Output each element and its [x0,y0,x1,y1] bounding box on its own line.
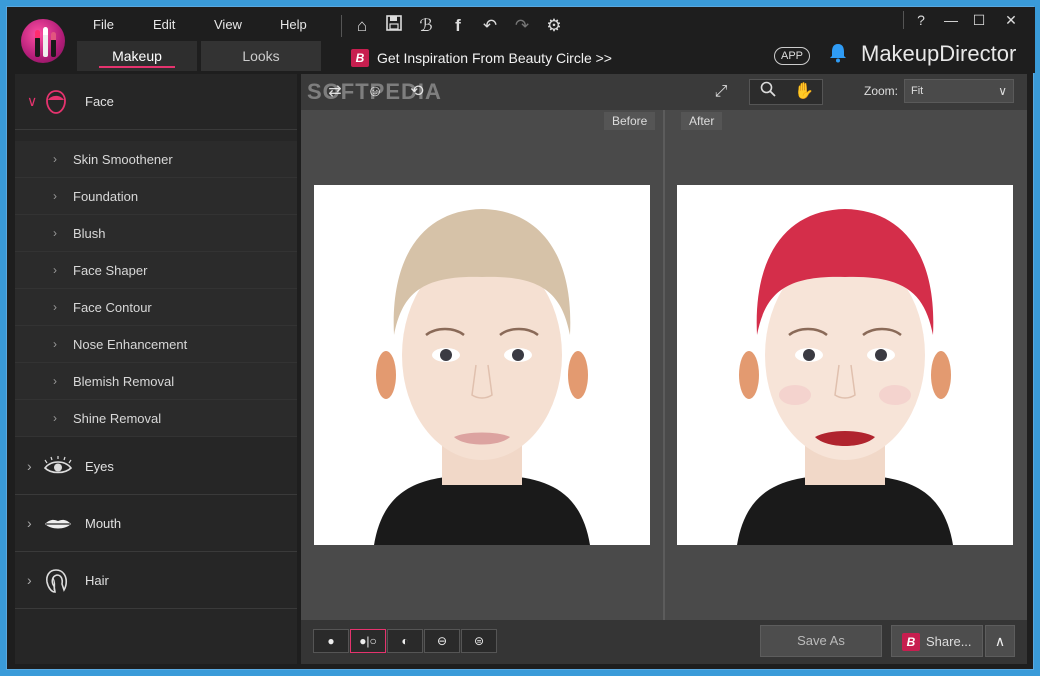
menu-edit[interactable]: Edit [153,17,175,32]
toolbar-separator [341,15,342,37]
help-button[interactable]: ? [907,9,935,31]
magnifier-icon[interactable] [756,81,780,103]
chevron-right-icon: › [53,189,57,203]
share-button[interactable]: B Share... [891,625,983,657]
notification-bell-icon[interactable] [827,43,849,65]
single-view-button[interactable]: ● [313,629,349,653]
category-mouth-label: Mouth [85,516,122,531]
chevron-down-icon: ∨ [998,84,1007,98]
beauty-circle-link-text: Get Inspiration From Beauty Circle >> [377,50,612,67]
share-button-label: Share... [926,633,972,649]
side-by-side-view-button[interactable]: ●|○ [350,629,386,653]
sidebar-item-face-contour[interactable]: › Face Contour [15,289,297,326]
sidebar-item-label: Skin Smoothener [73,152,173,167]
window-controls-separator [903,11,904,29]
beauty-circle-badge-icon: B [351,49,369,68]
app-badge-button[interactable]: APP [774,47,811,65]
category-face[interactable]: ∨ Face [15,74,297,130]
top-bottom-view-button[interactable]: ⊜ [461,629,497,653]
tab-looks-label: Looks [242,48,280,64]
chevron-down-icon: ∨ [27,93,38,109]
sidebar-item-skin-smoothener[interactable]: › Skin Smoothener [15,141,297,178]
pan-hand-icon[interactable]: ✋ [792,81,816,103]
save-as-button[interactable]: Save As [760,625,882,657]
zoom-label: Zoom: [864,84,899,98]
chevron-right-icon: › [53,374,57,388]
brand-title: MakeupDirector [861,41,1017,66]
chevron-right-icon: › [27,458,32,474]
split-vertical-view-button[interactable]: ◐ [387,629,423,653]
sidebar-item-blush[interactable]: › Blush [15,215,297,252]
category-hair[interactable]: › Hair [15,553,297,609]
navigation-tools: ✋ [749,79,823,105]
app-window: File Edit View Help ⌂ ℬ f ↶ ↷ ⚙ Makeup L… [6,6,1035,670]
makeup-sidebar: ∨ Face › Skin Smoothener › Foundation › Blu… [15,74,297,664]
sidebar-item-blemish-removal[interactable]: › Blemish Removal [15,363,297,400]
sidebar-item-shine-removal[interactable]: › Shine Removal [15,400,297,437]
minimize-button[interactable]: — [937,9,965,31]
eye-icon [43,454,73,480]
sidebar-item-face-shaper[interactable]: › Face Shaper [15,252,297,289]
sidebar-item-label: Face Contour [73,300,152,315]
menu-view[interactable]: View [214,17,242,32]
before-photo [314,185,650,545]
chevron-right-icon: › [53,226,57,240]
photo-canvas: Before After [301,110,1027,620]
category-mouth[interactable]: › Mouth [15,496,297,552]
fullscreen-icon[interactable]: ⤢ [709,81,733,103]
sidebar-item-nose-enhancement[interactable]: › Nose Enhancement [15,326,297,363]
zoom-value: Fit [911,85,924,97]
undo-icon[interactable]: ↶ [479,15,501,37]
redo-icon[interactable]: ↷ [511,15,533,37]
app-logo-icon [21,19,65,63]
chevron-right-icon: › [53,411,57,425]
chevron-right-icon: › [27,572,32,588]
chevron-right-icon: › [53,337,57,351]
zoom-select[interactable]: Fit ∨ [904,79,1014,103]
chevron-right-icon: › [53,263,57,277]
settings-icon[interactable]: ⚙ [543,15,565,37]
sidebar-item-label: Foundation [73,189,139,204]
before-label: Before [604,112,656,130]
lips-icon [43,511,71,537]
compare-divider[interactable] [663,110,665,620]
split-horizontal-view-button[interactable]: ⊖ [424,629,460,653]
save-icon[interactable] [383,15,405,37]
beauty-circle-badge-icon: B [902,632,920,651]
menu-file[interactable]: File [93,17,114,32]
sidebar-item-label: Nose Enhancement [73,337,188,352]
category-eyes-label: Eyes [85,459,114,474]
tab-looks[interactable]: Looks [201,41,321,71]
after-label: After [681,112,723,130]
chevron-right-icon: › [53,152,57,166]
sidebar-item-label: Face Shaper [73,263,148,278]
facebook-icon[interactable]: f [447,15,469,37]
sidebar-item-label: Blush [73,226,106,241]
sidebar-item-foundation[interactable]: › Foundation [15,178,297,215]
tab-makeup[interactable]: Makeup [77,41,197,71]
after-photo [677,185,1013,545]
close-button[interactable]: ✕ [997,9,1025,31]
softpedia-watermark: SOFTPEDIA [307,79,442,104]
face-icon [43,89,69,115]
home-icon[interactable]: ⌂ [351,15,373,37]
hair-icon [43,568,69,594]
chevron-right-icon: › [27,515,32,531]
maximize-button[interactable]: ☐ [965,9,993,31]
category-eyes[interactable]: › Eyes [15,439,297,495]
menu-help[interactable]: Help [280,17,307,32]
title-bar: File Edit View Help ⌂ ℬ f ↶ ↷ ⚙ Makeup L… [7,7,1035,73]
chevron-up-icon[interactable]: ∧ [985,625,1015,657]
active-tab-indicator [99,66,175,68]
chevron-right-icon: › [53,300,57,314]
category-hair-label: Hair [85,573,109,588]
beauty-circle-icon[interactable]: ℬ [415,15,437,37]
bottom-bar: ● ●|○ ◐ ⊖ ⊜ Save As B Share... ∧ [301,620,1027,664]
category-face-label: Face [85,94,114,109]
sidebar-item-label: Shine Removal [73,411,162,426]
tab-makeup-label: Makeup [112,48,162,64]
sidebar-item-label: Blemish Removal [73,374,175,389]
beauty-circle-link[interactable]: B Get Inspiration From Beauty Circle >> [351,47,612,68]
